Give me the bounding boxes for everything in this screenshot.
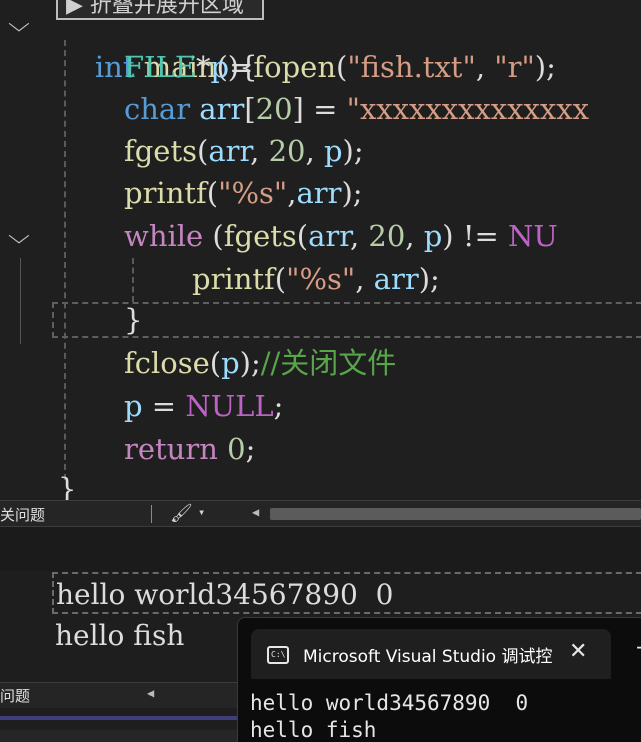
status-strip [0, 730, 241, 742]
output-line-1: hello world34567890 0 [52, 572, 641, 614]
code-line-null: p = NULL; [124, 389, 284, 423]
console-title: Microsoft Visual Studio 调试控 [303, 647, 553, 667]
console-tab[interactable]: C:\ Microsoft Visual Studio 调试控 ✕ [251, 629, 611, 679]
code-editor[interactable]: ▶ 折叠并展开区域 ⌵ ⌵ int main(){ FILE*p=fopen("… [0, 0, 641, 500]
code-line-return: return 0; [124, 432, 256, 466]
toolbar-separator [151, 505, 152, 523]
code-line-fgets: fgets(arr, 20, p); [124, 134, 364, 168]
new-tab-icon[interactable]: + [635, 635, 641, 659]
console-output: hello world34567890 0 hello fish [250, 690, 528, 742]
horizontal-scrollbar[interactable] [270, 508, 641, 520]
error-list-toolbar: 关问题 🖌 ▾ ◀ [0, 500, 641, 527]
bottom-problems-label[interactable]: 问题 [0, 685, 30, 706]
brush-icon[interactable]: 🖌 [170, 503, 193, 524]
fold-line [20, 258, 21, 344]
code-line-fclose: fclose(p);//关闭文件 [124, 346, 397, 380]
error-list-label[interactable]: 关问题 [0, 504, 45, 525]
console-output-line-2: hello fish [250, 718, 377, 742]
code-line-while: while (fgets(arr, 20, p) != NU [124, 219, 558, 253]
code-line-printf: printf("%s",arr); [124, 176, 363, 210]
console-output-line-1: hello world34567890 0 [250, 691, 529, 715]
terminal-icon: C:\ [267, 646, 289, 664]
close-icon[interactable]: ✕ [569, 639, 587, 664]
debug-console-window[interactable]: C:\ Microsoft Visual Studio 调试控 ✕ + hell… [237, 617, 641, 742]
code-line-printf-loop: printf("%s", arr); [192, 262, 440, 296]
code-line-char-arr: char arr[20] = "xxxxxxxxxxxxxx [124, 92, 589, 126]
fold-main-icon[interactable]: ⌵ [0, 10, 39, 40]
code-line-fopen: FILE*p=fopen("fish.txt", "r"); [124, 50, 556, 84]
bottom-scroll-left-icon[interactable]: ◀ [147, 686, 154, 700]
code-line-main: int main(){ [94, 50, 258, 84]
indent-guide-inner [132, 258, 134, 302]
code-line-end-brace: } [58, 472, 77, 500]
code-line-close-brace: } [124, 303, 143, 337]
scroll-left-icon[interactable]: ◀ [252, 505, 259, 519]
panel-gap [0, 527, 641, 571]
output-line-2: hello fish [55, 619, 185, 652]
fold-while-icon[interactable]: ⌵ [0, 222, 39, 252]
active-tab-indicator [0, 716, 241, 720]
chevron-down-icon[interactable]: ▾ [198, 505, 205, 519]
